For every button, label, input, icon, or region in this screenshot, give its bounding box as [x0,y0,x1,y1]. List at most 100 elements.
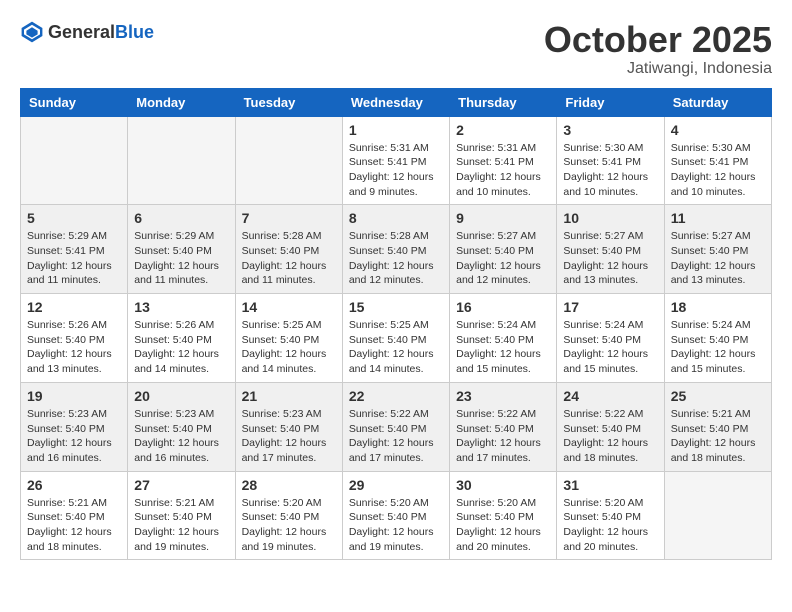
cell-info: Sunrise: 5:31 AMSunset: 5:41 PMDaylight:… [349,141,443,200]
calendar-cell [235,116,342,205]
title-block: October 2025 Jatiwangi, Indonesia [544,20,772,78]
day-number: 13 [134,299,228,315]
cell-info: Sunrise: 5:24 AMSunset: 5:40 PMDaylight:… [563,318,657,377]
calendar-cell: 29 Sunrise: 5:20 AMSunset: 5:40 PMDayligh… [342,471,449,560]
calendar-cell: 2 Sunrise: 5:31 AMSunset: 5:41 PMDaylight… [450,116,557,205]
calendar-cell [664,471,771,560]
day-number: 8 [349,210,443,226]
day-number: 21 [242,388,336,404]
cell-info: Sunrise: 5:22 AMSunset: 5:40 PMDaylight:… [456,407,550,466]
calendar-row: 12 Sunrise: 5:26 AMSunset: 5:40 PMDayligh… [21,294,772,383]
cell-info: Sunrise: 5:31 AMSunset: 5:41 PMDaylight:… [456,141,550,200]
calendar-cell: 15 Sunrise: 5:25 AMSunset: 5:40 PMDayligh… [342,294,449,383]
calendar-cell: 8 Sunrise: 5:28 AMSunset: 5:40 PMDaylight… [342,205,449,294]
calendar-cell: 3 Sunrise: 5:30 AMSunset: 5:41 PMDaylight… [557,116,664,205]
month-title: October 2025 [544,20,772,60]
calendar-cell: 25 Sunrise: 5:21 AMSunset: 5:40 PMDayligh… [664,382,771,471]
day-number: 17 [563,299,657,315]
cell-info: Sunrise: 5:26 AMSunset: 5:40 PMDaylight:… [27,318,121,377]
calendar-cell: 20 Sunrise: 5:23 AMSunset: 5:40 PMDayligh… [128,382,235,471]
calendar-cell: 12 Sunrise: 5:26 AMSunset: 5:40 PMDayligh… [21,294,128,383]
calendar-cell: 16 Sunrise: 5:24 AMSunset: 5:40 PMDayligh… [450,294,557,383]
calendar-row: 26 Sunrise: 5:21 AMSunset: 5:40 PMDayligh… [21,471,772,560]
day-number: 1 [349,122,443,138]
calendar-cell: 27 Sunrise: 5:21 AMSunset: 5:40 PMDayligh… [128,471,235,560]
calendar-cell: 5Sunrise: 5:29 AMSunset: 5:41 PMDaylight… [21,205,128,294]
cell-info: Sunrise: 5:27 AMSunset: 5:40 PMDaylight:… [563,229,657,288]
day-number: 3 [563,122,657,138]
day-number: 6 [134,210,228,226]
cell-info: Sunrise: 5:27 AMSunset: 5:40 PMDaylight:… [456,229,550,288]
day-number: 10 [563,210,657,226]
day-number: 16 [456,299,550,315]
day-number: 15 [349,299,443,315]
cell-info: Sunrise: 5:26 AMSunset: 5:40 PMDaylight:… [134,318,228,377]
calendar-header-row: SundayMondayTuesdayWednesdayThursdayFrid… [21,88,772,116]
calendar-cell: 22 Sunrise: 5:22 AMSunset: 5:40 PMDayligh… [342,382,449,471]
cell-info: Sunrise: 5:20 AMSunset: 5:40 PMDaylight:… [242,496,336,555]
calendar-cell: 17 Sunrise: 5:24 AMSunset: 5:40 PMDayligh… [557,294,664,383]
cell-info: Sunrise: 5:22 AMSunset: 5:40 PMDaylight:… [349,407,443,466]
cell-info: Sunrise: 5:30 AMSunset: 5:41 PMDaylight:… [671,141,765,200]
calendar-cell: 1 Sunrise: 5:31 AMSunset: 5:41 PMDaylight… [342,116,449,205]
cell-info: Sunrise: 5:20 AMSunset: 5:40 PMDaylight:… [349,496,443,555]
calendar-cell: 18 Sunrise: 5:24 AMSunset: 5:40 PMDayligh… [664,294,771,383]
cell-info: Sunrise: 5:21 AMSunset: 5:40 PMDaylight:… [134,496,228,555]
cell-info: Sunrise: 5:29 AMSunset: 5:40 PMDaylight:… [134,229,228,288]
day-number: 26 [27,477,121,493]
calendar: SundayMondayTuesdayWednesdayThursdayFrid… [20,88,772,561]
day-header-monday: Monday [128,88,235,116]
calendar-cell: 10 Sunrise: 5:27 AMSunset: 5:40 PMDayligh… [557,205,664,294]
day-number: 19 [27,388,121,404]
day-number: 4 [671,122,765,138]
calendar-cell: 24 Sunrise: 5:22 AMSunset: 5:40 PMDayligh… [557,382,664,471]
day-number: 18 [671,299,765,315]
day-header-sunday: Sunday [21,88,128,116]
calendar-cell [21,116,128,205]
day-number: 27 [134,477,228,493]
calendar-cell: 21 Sunrise: 5:23 AMSunset: 5:40 PMDayligh… [235,382,342,471]
calendar-cell: 30Sunrise: 5:20 AMSunset: 5:40 PMDayligh… [450,471,557,560]
day-number: 22 [349,388,443,404]
calendar-cell: 13 Sunrise: 5:26 AMSunset: 5:40 PMDayligh… [128,294,235,383]
cell-info: Sunrise: 5:24 AMSunset: 5:40 PMDaylight:… [671,318,765,377]
day-number: 2 [456,122,550,138]
calendar-cell: 7 Sunrise: 5:28 AMSunset: 5:40 PMDaylight… [235,205,342,294]
calendar-cell: 11 Sunrise: 5:27 AMSunset: 5:40 PMDayligh… [664,205,771,294]
cell-info: Sunrise: 5:22 AMSunset: 5:40 PMDaylight:… [563,407,657,466]
cell-info: Sunrise: 5:25 AMSunset: 5:40 PMDaylight:… [242,318,336,377]
logo-text-blue: Blue [115,22,154,42]
day-number: 29 [349,477,443,493]
day-number: 25 [671,388,765,404]
cell-info: Sunrise: 5:21 AMSunset: 5:40 PMDaylight:… [27,496,121,555]
cell-info: Sunrise: 5:23 AMSunset: 5:40 PMDaylight:… [27,407,121,466]
logo-text-general: General [48,22,115,42]
day-number: 12 [27,299,121,315]
cell-info: Sunrise: 5:25 AMSunset: 5:40 PMDaylight:… [349,318,443,377]
cell-info: Sunrise: 5:28 AMSunset: 5:40 PMDaylight:… [242,229,336,288]
cell-info: Sunrise: 5:24 AMSunset: 5:40 PMDaylight:… [456,318,550,377]
calendar-row: 5Sunrise: 5:29 AMSunset: 5:41 PMDaylight… [21,205,772,294]
calendar-cell: 14Sunrise: 5:25 AMSunset: 5:40 PMDayligh… [235,294,342,383]
cell-info: Sunrise: 5:23 AMSunset: 5:40 PMDaylight:… [242,407,336,466]
day-number: 20 [134,388,228,404]
cell-info: Sunrise: 5:23 AMSunset: 5:40 PMDaylight:… [134,407,228,466]
day-number: 24 [563,388,657,404]
calendar-cell [128,116,235,205]
day-number: 7 [242,210,336,226]
calendar-cell: 26 Sunrise: 5:21 AMSunset: 5:40 PMDayligh… [21,471,128,560]
cell-info: Sunrise: 5:27 AMSunset: 5:40 PMDaylight:… [671,229,765,288]
calendar-row: 1 Sunrise: 5:31 AMSunset: 5:41 PMDaylight… [21,116,772,205]
calendar-cell: 9Sunrise: 5:27 AMSunset: 5:40 PMDaylight… [450,205,557,294]
calendar-cell: 23 Sunrise: 5:22 AMSunset: 5:40 PMDayligh… [450,382,557,471]
cell-info: Sunrise: 5:20 AMSunset: 5:40 PMDaylight:… [563,496,657,555]
day-number: 23 [456,388,550,404]
cell-info: Sunrise: 5:30 AMSunset: 5:41 PMDaylight:… [563,141,657,200]
day-number: 11 [671,210,765,226]
day-number: 5 [27,210,121,226]
calendar-row: 19 Sunrise: 5:23 AMSunset: 5:40 PMDayligh… [21,382,772,471]
calendar-cell: 28Sunrise: 5:20 AMSunset: 5:40 PMDayligh… [235,471,342,560]
cell-info: Sunrise: 5:28 AMSunset: 5:40 PMDaylight:… [349,229,443,288]
day-header-saturday: Saturday [664,88,771,116]
cell-info: Sunrise: 5:21 AMSunset: 5:40 PMDaylight:… [671,407,765,466]
